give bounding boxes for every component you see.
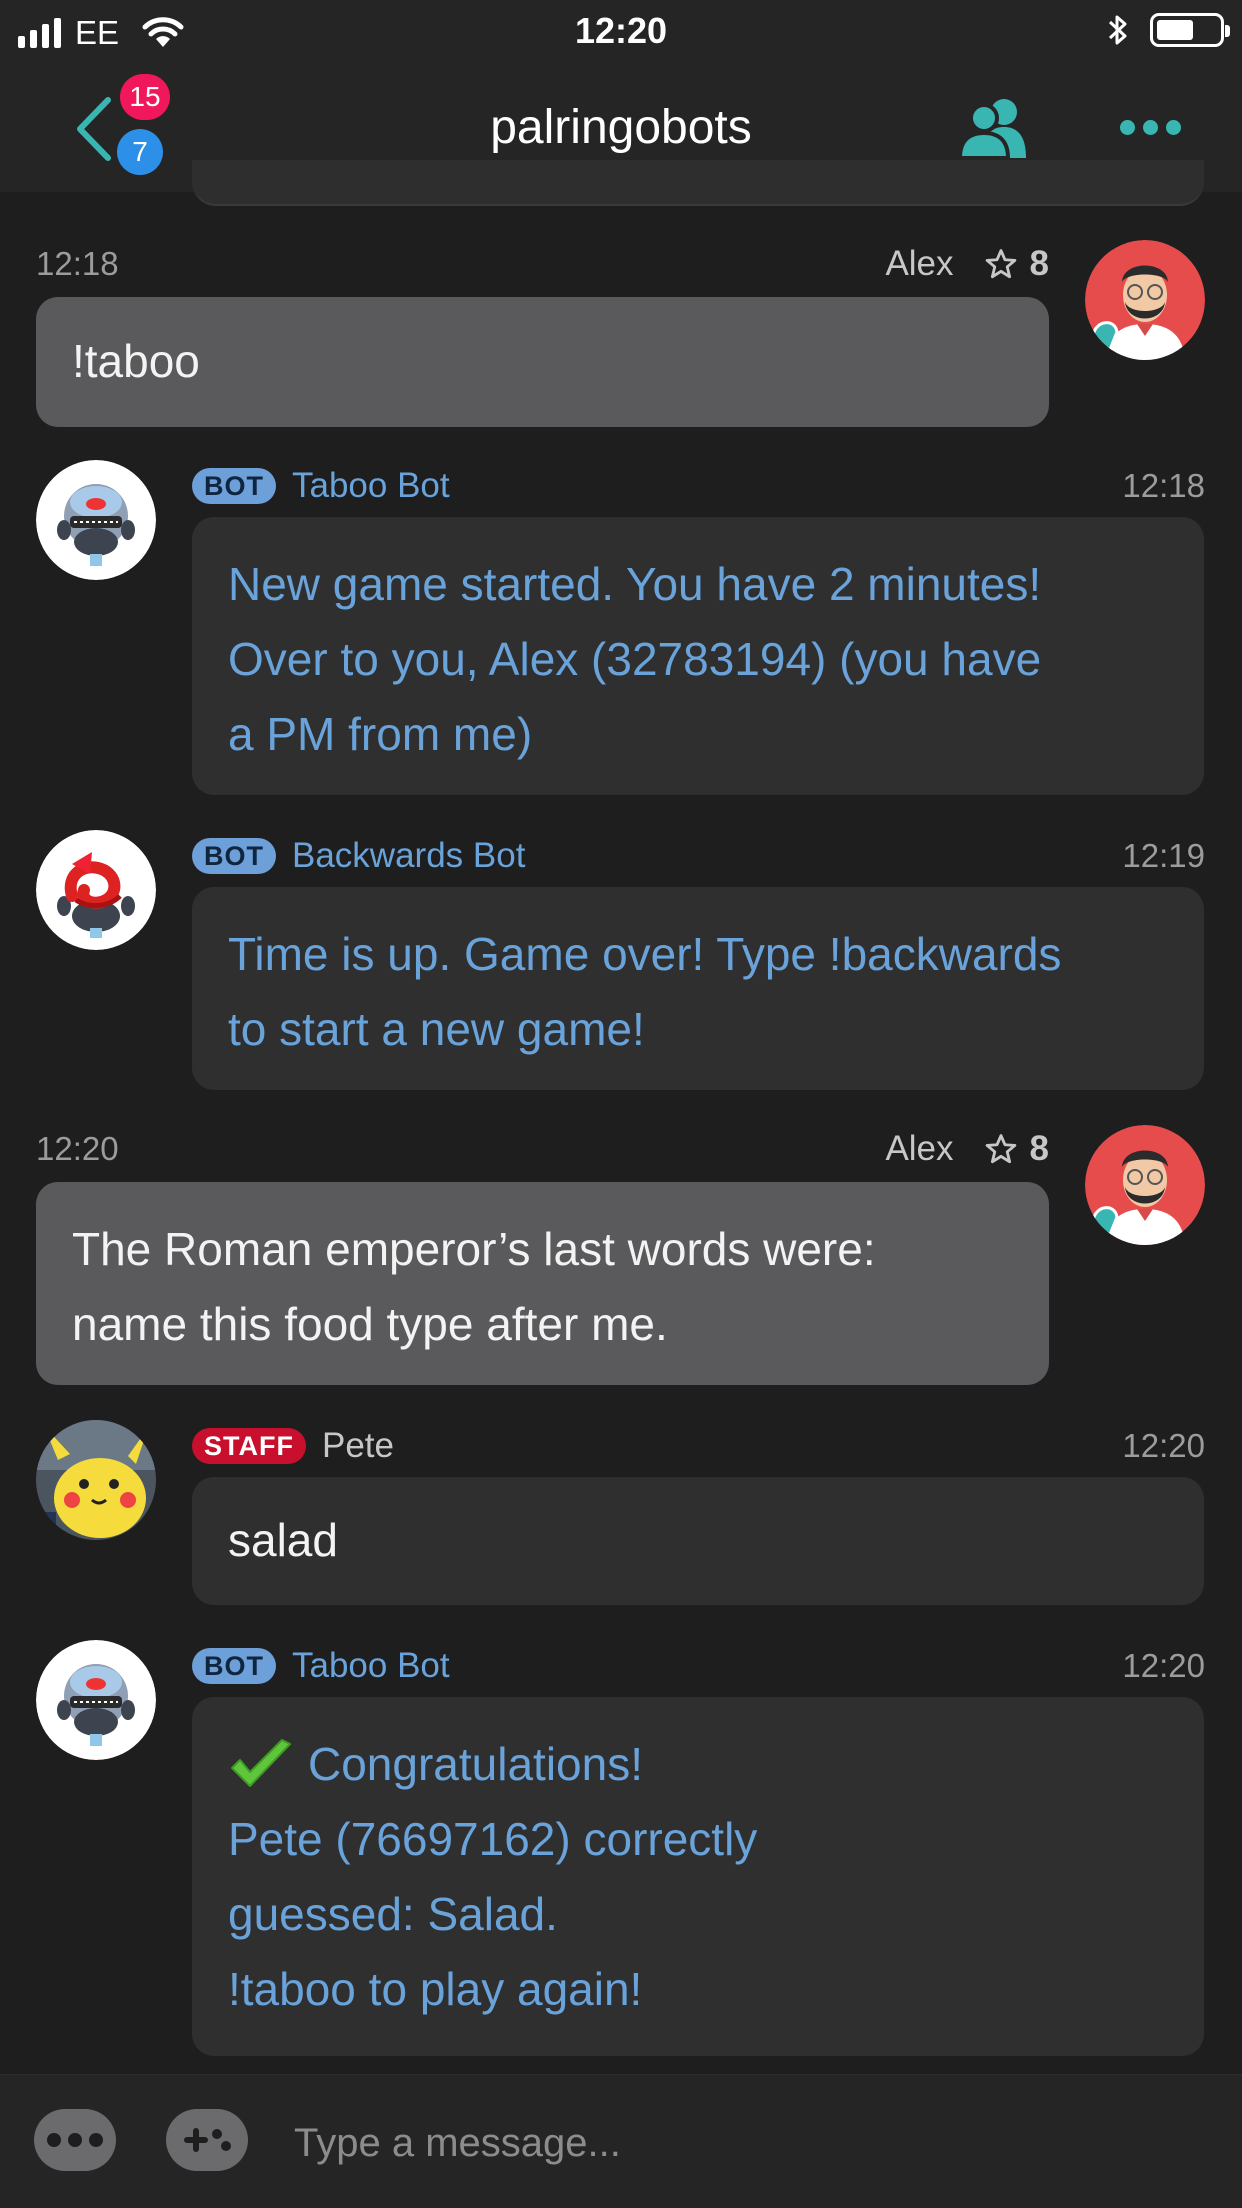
dot-icon [1120,119,1135,135]
message-line: Time is up. Game over! Type !backwards [228,928,1062,980]
sender-line: BOT Taboo Bot [192,1646,450,1686]
status-right [1106,12,1230,48]
message-bubble[interactable]: salad [192,1477,1204,1605]
users-icon [957,99,1026,160]
sender-name[interactable]: Taboo Bot [292,1646,450,1686]
message-line: Over to you, Alex (32783194) (you have [228,633,1042,685]
pikachu-avatar[interactable] [36,1420,156,1540]
more-options-button[interactable] [1120,109,1182,145]
alex-avatar[interactable] [1085,240,1205,360]
reputation-level: 8 [1029,1129,1049,1168]
signal-strength-icon [18,18,61,48]
dot-icon [1166,119,1181,135]
message-time: 12:20 [1122,1427,1205,1464]
taboo-bot-avatar[interactable] [36,1640,156,1760]
alex-avatar[interactable] [1085,1125,1205,1245]
dot-icon [89,2133,103,2147]
message-line: a PM from me) [228,708,533,760]
message-bubble[interactable]: The Roman emperor’s last words were: nam… [36,1182,1049,1385]
carrier-label: EE [75,14,120,51]
unread-badge-secondary: 7 [117,129,163,175]
status-left: EE [18,14,185,52]
status-time: 12:20 [574,10,668,51]
message-time: 12:19 [1122,837,1205,874]
bluetooth-icon [1108,15,1127,45]
message-composer [0,2074,1242,2208]
members-button[interactable] [957,94,1032,160]
chevron-left-icon [77,97,111,161]
more-actions-button[interactable] [34,2109,116,2171]
star-icon [985,249,1016,279]
message-text: Congratulations! [308,1738,643,1790]
wifi-icon [142,17,184,47]
message-line: Pete (76697162) correctly [228,1813,758,1865]
sender-line: BOT Backwards Bot [192,836,525,876]
staff-tag: STAFF [192,1428,306,1464]
gamepad-icon [184,2128,231,2152]
message-line: New game started. You have 2 minutes! [228,558,1042,610]
sender-name[interactable]: Alex [885,244,953,284]
dot-icon [68,2133,82,2147]
bot-tag: BOT [192,468,276,504]
sender-meta: Alex 8 [885,1129,1049,1169]
backwards-bot-avatar[interactable] [36,830,156,950]
message-line: to start a new game! [228,1003,645,1055]
message-time: 12:20 [1122,1647,1205,1684]
dot-icon [1143,119,1158,135]
message-time: 12:18 [1122,467,1205,504]
message-bubble[interactable]: Congratulations! Pete (76697162) correct… [192,1697,1204,2056]
previous-message-bubble [192,160,1204,206]
message-bubble[interactable]: !taboo [36,297,1049,427]
message-line: Congratulations! [228,1727,1168,1802]
unread-badge: 15 [120,74,170,120]
message-text: !taboo [72,335,200,387]
message-bubble[interactable]: Time is up. Game over! Type !backwards t… [192,887,1204,1090]
sender-meta: Alex 8 [885,244,1049,284]
sender-line: BOT Taboo Bot [192,466,450,506]
star-icon [985,1134,1016,1164]
message-line: guessed: Salad. [228,1888,558,1940]
bot-tag: BOT [192,1648,276,1684]
games-button[interactable] [166,2109,248,2171]
sender-name[interactable]: Pete [322,1426,394,1466]
message-time: 12:18 [36,245,119,282]
dot-icon [47,2133,61,2147]
checkmark-icon [231,1738,291,1787]
sender-name[interactable]: Alex [885,1129,953,1169]
taboo-bot-avatar[interactable] [36,460,156,580]
page-title: palringobots [490,101,752,154]
battery-icon [1150,13,1230,47]
message-line: name this food type after me. [72,1298,668,1350]
message-time: 12:20 [36,1130,119,1167]
message-line: !taboo to play again! [228,1963,643,2015]
bot-tag: BOT [192,838,276,874]
reputation-level: 8 [1029,244,1049,283]
message-input[interactable] [294,2113,1194,2173]
message-line: The Roman emperor’s last words were: [72,1223,876,1275]
status-bar: EE 12:20 [0,0,1242,64]
message-bubble[interactable]: New game started. You have 2 minutes! Ov… [192,517,1204,795]
sender-name[interactable]: Backwards Bot [292,836,525,876]
sender-line: STAFF Pete [192,1426,394,1466]
message-text: salad [228,1514,338,1566]
sender-name[interactable]: Taboo Bot [292,466,450,506]
